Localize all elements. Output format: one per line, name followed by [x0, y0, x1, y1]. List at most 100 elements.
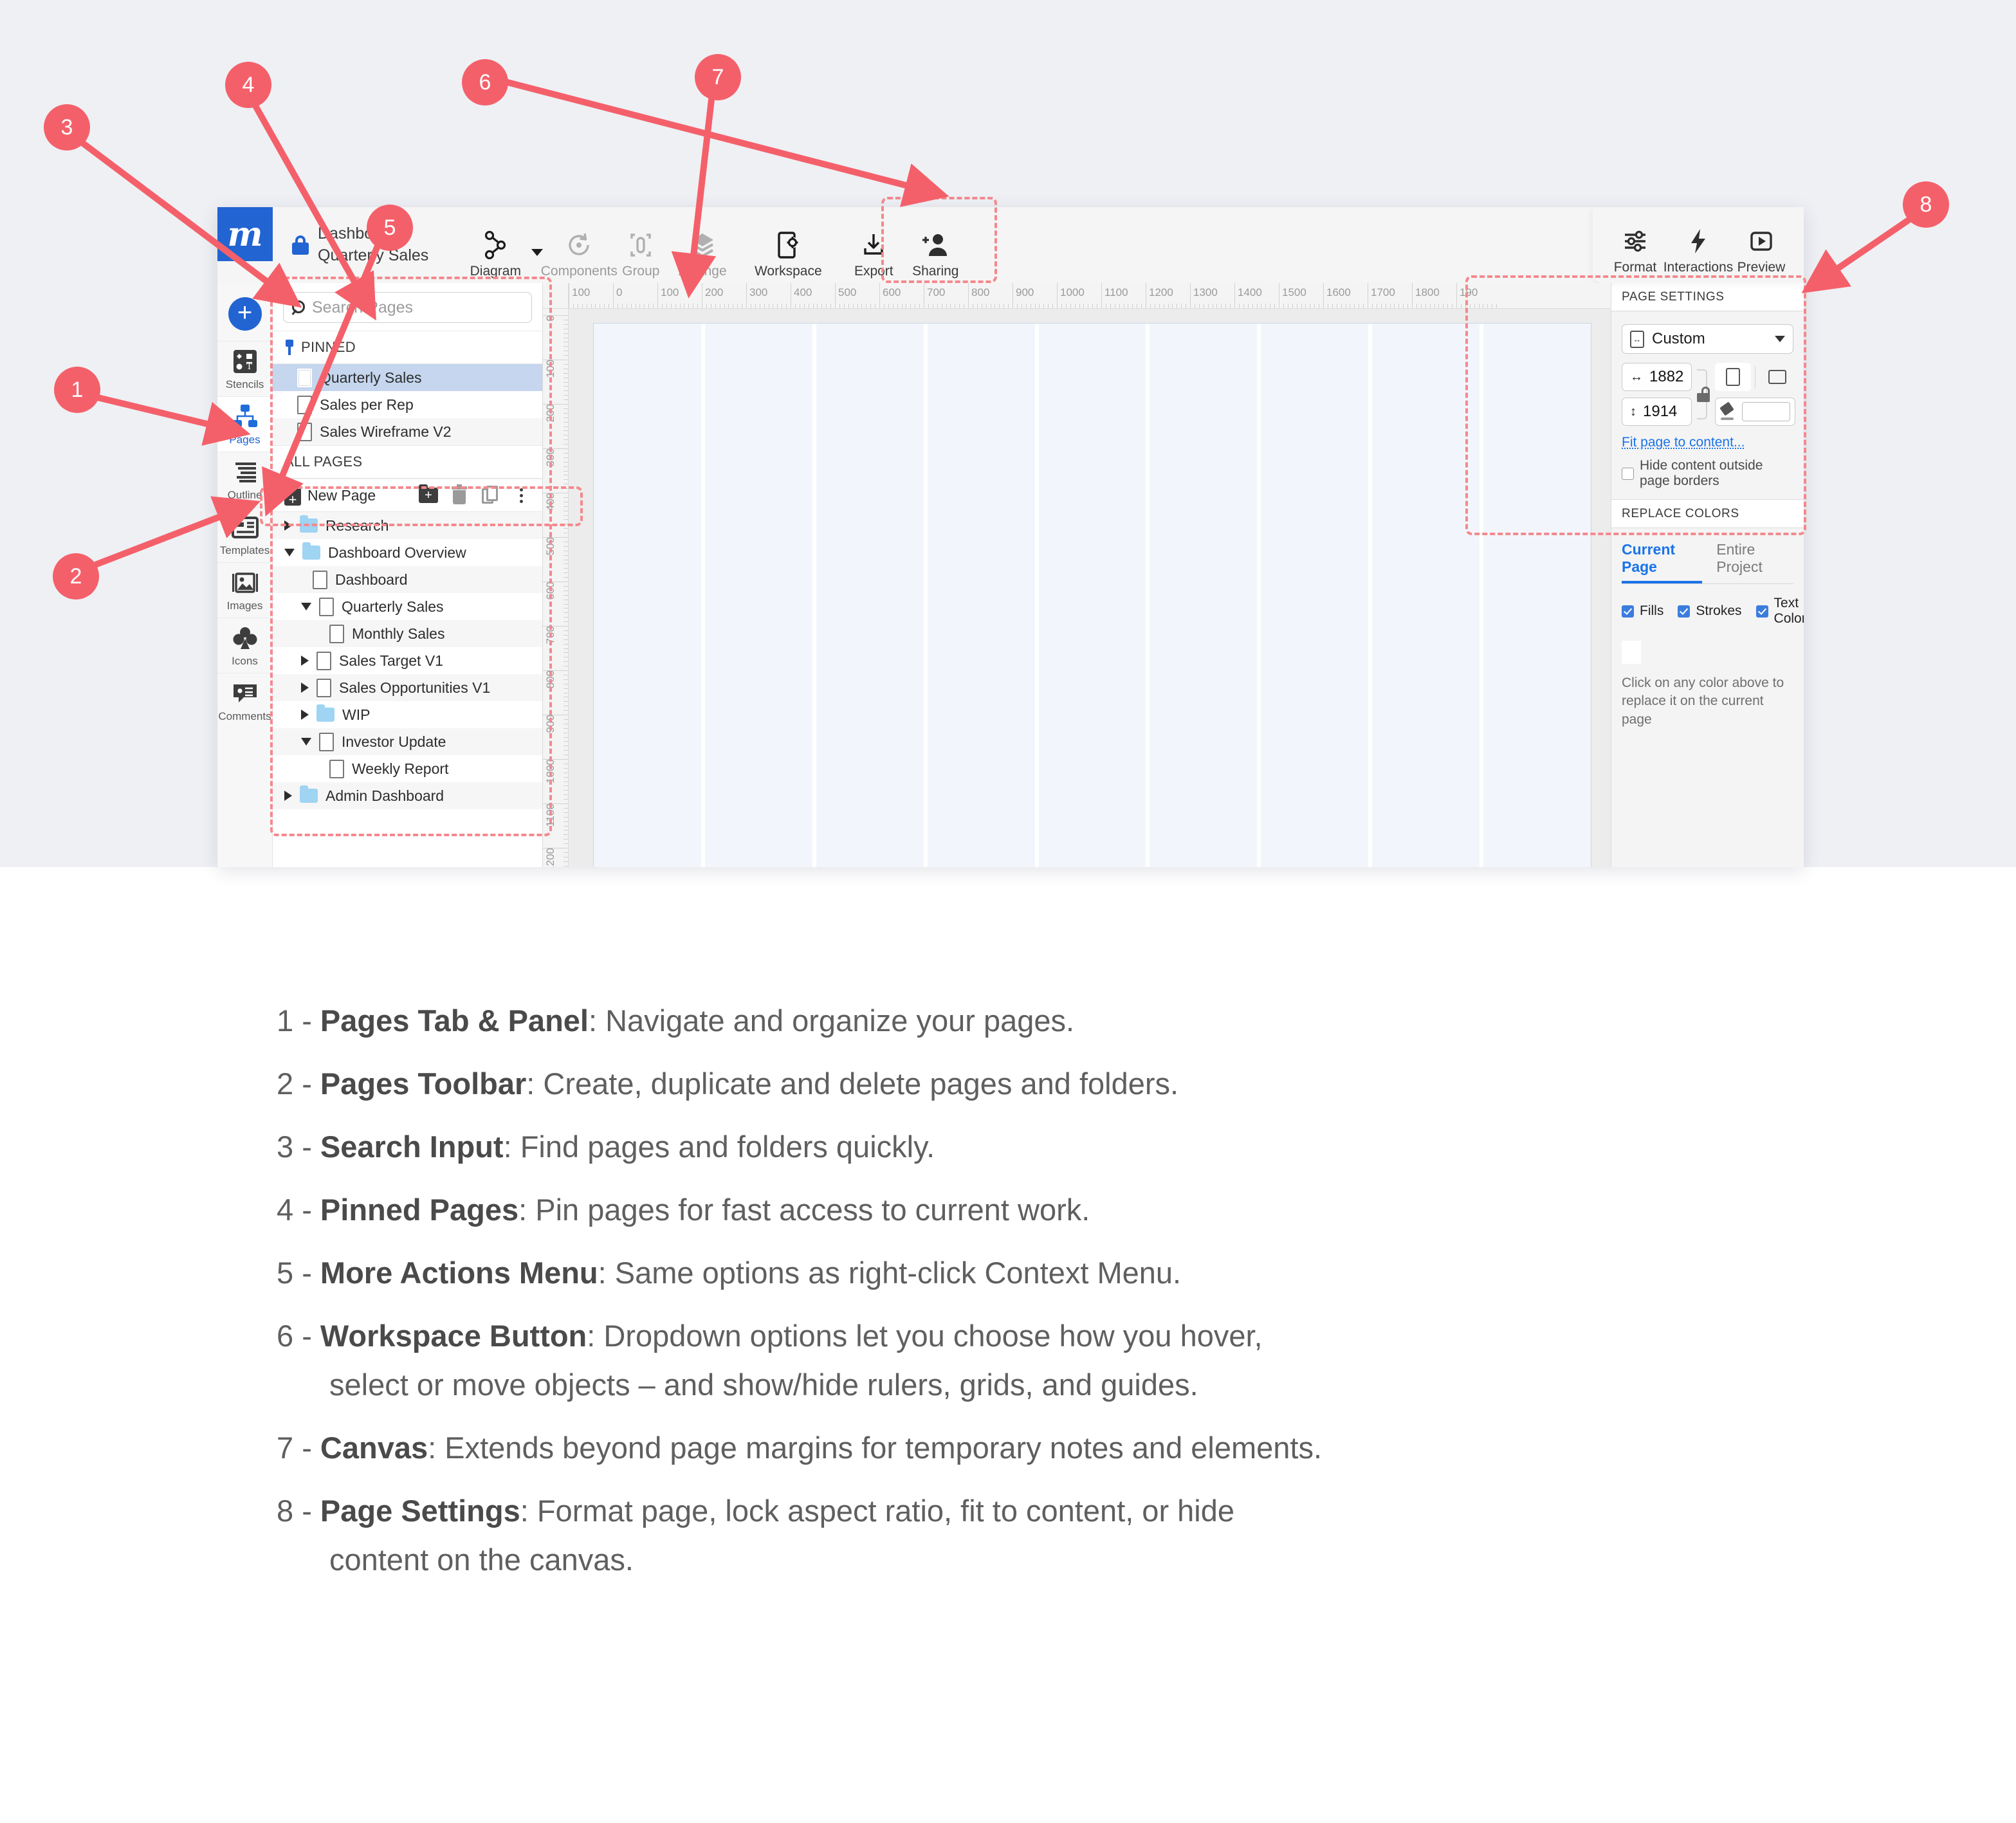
ruler-tick-label: 0 — [544, 315, 556, 322]
sidebar-item-outline[interactable]: Outline — [217, 452, 273, 507]
fills-checkbox[interactable] — [1622, 605, 1634, 618]
pinned-label: PINNED — [301, 339, 356, 355]
new-page-button[interactable]: New Page — [307, 487, 376, 504]
more-actions-button[interactable] — [509, 483, 533, 508]
list-item[interactable]: Sales Wireframe V2 — [273, 418, 542, 445]
chevron-right-icon[interactable] — [301, 655, 309, 666]
tool-export[interactable]: Export — [843, 229, 904, 283]
lock-icon[interactable] — [292, 235, 309, 255]
strokes-checkbox[interactable] — [1678, 605, 1691, 618]
page-preset-select[interactable]: Custom — [1622, 324, 1793, 354]
table-row[interactable]: Dashboard Overview — [273, 539, 542, 566]
tab-current-page[interactable]: Current Page — [1622, 541, 1703, 583]
tool-preview[interactable]: Preview — [1730, 225, 1792, 279]
table-row[interactable]: Weekly Report — [273, 755, 542, 782]
page-fill-control[interactable] — [1715, 398, 1796, 426]
sidebar-item-comments[interactable]: Comments — [217, 673, 273, 728]
horizontal-ruler[interactable]: 100 0 100 200 300 400 500 600 700 800 900 1000 1100 1… — [543, 283, 1611, 309]
table-row[interactable]: Quarterly Sales — [273, 593, 542, 620]
table-row[interactable]: Sales Target V1 — [273, 647, 542, 674]
landscape-button[interactable] — [1759, 363, 1795, 391]
page-icon — [329, 759, 344, 778]
callout-4: 4 — [225, 62, 271, 108]
tool-sharing[interactable]: Sharing — [904, 229, 966, 283]
vertical-ruler[interactable]: 0 100 200 300 400 500 600 700 800 900 1000 1100 1200… — [543, 309, 569, 867]
text-color-option[interactable]: Text Color — [1755, 596, 1804, 627]
sidebar-item-stencils[interactable]: T Stencils — [217, 341, 273, 396]
list-item[interactable]: Quarterly Sales — [273, 364, 542, 391]
replace-colors-hint: Click on any color above to replace it o… — [1622, 675, 1784, 727]
callout-5: 5 — [367, 205, 413, 251]
chevron-right-icon[interactable] — [284, 791, 292, 801]
duplicate-button[interactable] — [478, 483, 502, 508]
legend-item: 6 - Workspace Button: Dropdown options l… — [277, 1319, 1820, 1402]
sidebar-item-pages[interactable]: Pages — [217, 396, 273, 452]
folder-icon — [300, 515, 318, 533]
strokes-option[interactable]: Strokes — [1678, 596, 1742, 627]
app-logo[interactable]: m — [217, 207, 273, 261]
canvas-viewport[interactable] — [569, 309, 1611, 867]
tool-arrange[interactable]: Arrange — [672, 229, 733, 283]
text-color-label: Text Color — [1773, 596, 1804, 626]
sidebar-item-icons[interactable]: Icons — [217, 618, 273, 673]
search-input[interactable] — [312, 298, 524, 317]
chevron-right-icon[interactable] — [301, 682, 309, 693]
table-row[interactable]: Sales Opportunities V1 — [273, 674, 542, 701]
table-row[interactable]: Monthly Sales — [273, 620, 542, 647]
page-width-value: 1882 — [1649, 368, 1684, 385]
page-settings-body: Custom ↔ 1882 ↕ 1914 — [1611, 311, 1804, 499]
list-item[interactable]: Sales per Rep — [273, 391, 542, 418]
ruler-tick-label: 400 — [794, 286, 812, 298]
chevron-right-icon[interactable] — [284, 520, 292, 531]
tool-label: Diagram — [470, 264, 521, 279]
tool-diagram[interactable]: Diagram — [464, 229, 526, 283]
tool-interactions[interactable]: Interactions — [1663, 225, 1733, 279]
chevron-right-icon[interactable] — [301, 710, 309, 720]
chevron-down-icon[interactable] — [284, 549, 295, 556]
page-sheet[interactable] — [593, 323, 1591, 867]
delete-button[interactable] — [447, 483, 472, 508]
table-row[interactable]: Admin Dashboard — [273, 782, 542, 809]
tool-label: Interactions — [1663, 260, 1734, 275]
ruler-tick-label: 1800 — [1415, 286, 1440, 298]
tool-group[interactable]: Group — [610, 229, 672, 283]
search-box[interactable] — [283, 292, 532, 323]
orientation-controls — [1715, 363, 1795, 391]
hide-content-checkbox[interactable] — [1622, 467, 1634, 480]
legend-number: 6 - — [277, 1319, 320, 1353]
ruler-tick-label: 1200 — [1149, 286, 1173, 298]
sidebar-item-templates[interactable]: Templates — [217, 507, 273, 562]
legend-item: 3 - Search Input: Find pages and folders… — [277, 1130, 1820, 1164]
page-color-swatch[interactable] — [1622, 641, 1641, 664]
tab-entire-project[interactable]: Entire Project — [1716, 541, 1793, 583]
aspect-ratio-lock-button[interactable] — [1697, 363, 1710, 426]
portrait-button[interactable] — [1715, 363, 1752, 391]
callout-2: 2 — [53, 553, 99, 600]
table-row[interactable]: WIP — [273, 701, 542, 728]
tool-format[interactable]: Format — [1604, 225, 1666, 279]
new-folder-button[interactable] — [416, 483, 441, 508]
table-row[interactable]: Investor Update — [273, 728, 542, 755]
new-page-icon — [284, 485, 301, 507]
fit-page-to-content-link[interactable]: Fit page to content... — [1622, 435, 1793, 450]
page-height-field[interactable]: ↕ 1914 — [1622, 398, 1692, 426]
sidebar-item-images[interactable]: Images — [217, 562, 273, 618]
table-row[interactable]: Dashboard — [273, 566, 542, 593]
legend-number: 4 - — [277, 1193, 320, 1227]
hide-content-row[interactable]: Hide content outside page borders — [1622, 458, 1793, 489]
tool-workspace[interactable]: Workspace — [747, 229, 829, 283]
text-color-checkbox[interactable] — [1755, 605, 1768, 618]
chevron-down-icon[interactable] — [301, 603, 311, 610]
add-button[interactable]: + — [228, 297, 262, 331]
new-folder-icon — [419, 484, 438, 503]
chevron-down-icon[interactable] — [301, 738, 311, 746]
fills-option[interactable]: Fills — [1622, 596, 1663, 627]
page-width-field[interactable]: ↔ 1882 — [1622, 363, 1692, 391]
tool-components[interactable]: Components — [541, 229, 618, 283]
canvas-area: 100 0 100 200 300 400 500 600 700 800 900 1000 1100 1… — [543, 283, 1611, 867]
table-row[interactable]: Research — [273, 512, 542, 539]
tree-item-label: Sales Opportunities V1 — [339, 679, 491, 696]
legend-term: Page Settings — [320, 1494, 520, 1528]
fill-color-swatch[interactable] — [1742, 402, 1791, 421]
ruler-tick-label: 200 — [705, 286, 724, 298]
